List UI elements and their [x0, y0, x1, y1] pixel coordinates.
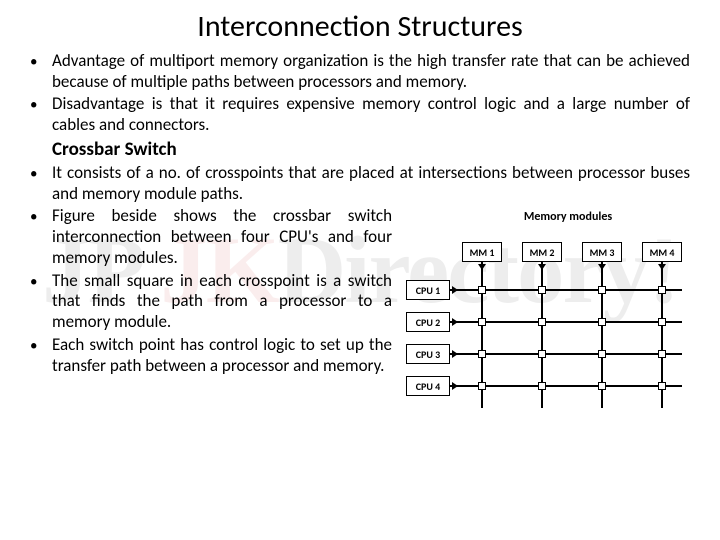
bullet-icon: •	[30, 206, 52, 268]
mm-label: MM 2	[522, 242, 562, 262]
bullet-icon: •	[30, 94, 52, 135]
crosspoint-icon	[658, 286, 666, 294]
list-item: •Advantage of multiport memory organizat…	[30, 51, 690, 92]
crosspoint-icon	[658, 350, 666, 358]
arrow-down-icon	[598, 264, 606, 270]
arrow-down-icon	[478, 264, 486, 270]
arrow-right-icon	[452, 350, 458, 358]
crosspoint-icon	[538, 318, 546, 326]
arrow-down-icon	[658, 264, 666, 270]
crosspoint-icon	[598, 382, 606, 390]
list-text: Advantage of multiport memory organizati…	[52, 51, 690, 92]
mm-label: MM 4	[642, 242, 682, 262]
list-text: It consists of a no. of crosspoints that…	[52, 163, 690, 204]
crosspoint-icon	[478, 350, 486, 358]
bullet-icon: •	[30, 163, 52, 204]
body-list-3: •Figure beside shows the crossbar switch…	[30, 206, 392, 376]
body-list-2: •It consists of a no. of crosspoints tha…	[30, 163, 690, 204]
crosspoint-icon	[478, 318, 486, 326]
page-title: Interconnection Structures	[30, 8, 690, 45]
list-item: •Each switch point has control logic to …	[30, 335, 392, 376]
arrow-right-icon	[452, 382, 458, 390]
diagram-caption: Memory modules	[402, 210, 690, 224]
crosspoint-icon	[538, 350, 546, 358]
arrow-right-icon	[452, 318, 458, 326]
crosspoint-icon	[598, 318, 606, 326]
bullet-icon: •	[30, 335, 52, 376]
list-text: Each switch point has control logic to s…	[52, 335, 392, 376]
arrow-right-icon	[452, 286, 458, 294]
crosspoint-icon	[658, 318, 666, 326]
arrow-down-icon	[538, 264, 546, 270]
list-item: •Disadvantage is that it requires expens…	[30, 94, 690, 135]
list-item: •The small square in each crosspoint is …	[30, 271, 392, 333]
crosspoint-icon	[538, 286, 546, 294]
list-item: •It consists of a no. of crosspoints tha…	[30, 163, 690, 204]
slide: JP JKDirectory! Interconnection Structur…	[0, 0, 720, 540]
list-item: •Figure beside shows the crossbar switch…	[30, 206, 392, 268]
cpu-label: CPU 2	[406, 312, 450, 332]
crosspoint-icon	[478, 382, 486, 390]
list-text: The small square in each crosspoint is a…	[52, 271, 392, 333]
cpu-label: CPU 3	[406, 344, 450, 364]
list-text: Disadvantage is that it requires expensi…	[52, 94, 690, 135]
mm-label: MM 3	[582, 242, 622, 262]
bullet-icon: •	[30, 51, 52, 92]
crosspoint-icon	[598, 286, 606, 294]
crossbar-subheading: Crossbar Switch	[52, 138, 690, 161]
crossbar-diagram: Memory modules MM 1 MM 2 MM 3 MM 4 CPU 1…	[402, 206, 690, 408]
crosspoint-icon	[658, 382, 666, 390]
crosspoint-icon	[478, 286, 486, 294]
crosspoint-icon	[538, 382, 546, 390]
body-list: •Advantage of multiport memory organizat…	[30, 51, 690, 136]
bullet-icon: •	[30, 271, 52, 333]
list-text: Figure beside shows the crossbar switch …	[52, 206, 392, 268]
crosspoint-icon	[598, 350, 606, 358]
mm-label: MM 1	[462, 242, 502, 262]
cpu-label: CPU 4	[406, 376, 450, 396]
cpu-label: CPU 1	[406, 280, 450, 300]
